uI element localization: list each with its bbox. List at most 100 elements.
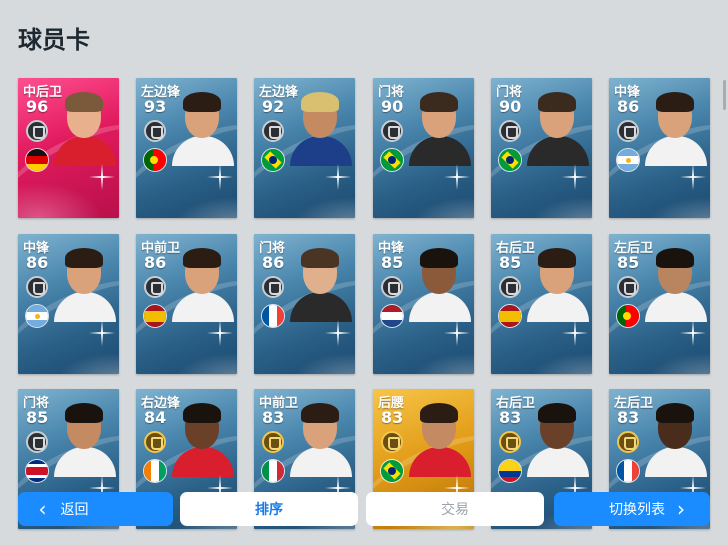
sparkle-icon — [207, 164, 233, 190]
card-type-badge-icon — [144, 276, 166, 298]
chevron-left-icon: ‹ — [38, 497, 47, 521]
player-portrait — [172, 403, 234, 477]
sparkle-icon — [680, 164, 706, 190]
player-card[interactable]: 左后卫 85 — [609, 234, 710, 374]
player-card[interactable]: 门将 90 — [373, 78, 474, 218]
player-shirt — [54, 292, 116, 322]
flag-germany-icon — [25, 148, 49, 172]
card-rating: 83 — [381, 408, 404, 427]
flag-brazil-icon — [261, 148, 285, 172]
card-rating: 93 — [144, 97, 167, 116]
player-portrait — [290, 248, 352, 322]
card-type-badge-icon — [26, 431, 48, 453]
player-shirt — [645, 447, 707, 477]
player-card[interactable]: 门将 86 — [254, 234, 355, 374]
flag-portugal-icon — [143, 148, 167, 172]
player-hair — [656, 248, 694, 268]
player-shirt — [645, 292, 707, 322]
card-type-badge-icon — [381, 276, 403, 298]
sparkle-icon — [89, 164, 115, 190]
sparkle-icon — [562, 164, 588, 190]
chevron-right-icon: › — [677, 497, 685, 521]
player-card[interactable]: 左边锋 92 — [254, 78, 355, 218]
card-rating: 86 — [26, 253, 49, 272]
player-portrait — [172, 248, 234, 322]
player-shirt — [527, 292, 589, 322]
player-portrait — [54, 92, 116, 166]
scrollbar[interactable] — [723, 80, 726, 110]
switch-list-button[interactable]: 切换列表 › — [554, 492, 710, 526]
back-button-label: 返回 — [60, 502, 89, 518]
sort-button[interactable]: 排序 — [180, 492, 358, 526]
trade-button-label: 交易 — [441, 502, 469, 518]
player-shirt — [409, 292, 471, 322]
player-hair — [65, 92, 103, 112]
player-card[interactable]: 门将 90 — [491, 78, 592, 218]
flag-colombia-icon — [498, 459, 522, 483]
card-type-badge-icon — [381, 120, 403, 142]
player-card[interactable]: 中锋 85 — [373, 234, 474, 374]
player-card[interactable]: 中锋 86 — [18, 234, 119, 374]
card-type-badge-icon — [26, 276, 48, 298]
flag-netherlands-icon — [380, 304, 404, 328]
flag-italy-icon — [261, 459, 285, 483]
card-rating: 84 — [144, 408, 167, 427]
card-type-badge-icon — [144, 431, 166, 453]
card-type-badge-icon — [262, 431, 284, 453]
sparkle-icon — [325, 320, 351, 346]
player-shirt — [54, 447, 116, 477]
player-hair — [183, 92, 221, 112]
player-portrait — [172, 92, 234, 166]
sparkle-icon — [325, 164, 351, 190]
card-rating: 92 — [262, 97, 285, 116]
card-rating: 83 — [262, 408, 285, 427]
player-shirt — [527, 447, 589, 477]
player-shirt — [54, 136, 116, 166]
player-hair — [301, 403, 339, 423]
bottom-toolbar: ‹ 返回 排序 交易 切换列表 › — [0, 486, 728, 545]
sparkle-icon — [207, 320, 233, 346]
flag-spain-icon — [143, 304, 167, 328]
player-shirt — [172, 136, 234, 166]
player-hair — [65, 248, 103, 268]
back-button[interactable]: ‹ 返回 — [18, 492, 173, 526]
player-hair — [301, 248, 339, 268]
player-shirt — [290, 136, 352, 166]
player-hair — [420, 92, 458, 112]
card-rating: 86 — [144, 253, 167, 272]
flag-france-icon — [616, 459, 640, 483]
player-portrait — [290, 92, 352, 166]
player-hair — [65, 403, 103, 423]
player-shirt — [290, 447, 352, 477]
player-card[interactable]: 中前卫 86 — [136, 234, 237, 374]
player-hair — [538, 403, 576, 423]
player-shirt — [172, 292, 234, 322]
trade-button[interactable]: 交易 — [366, 492, 544, 526]
card-type-badge-icon — [262, 276, 284, 298]
player-card[interactable]: 左边锋 93 — [136, 78, 237, 218]
player-hair — [183, 403, 221, 423]
player-portrait — [54, 248, 116, 322]
card-rating: 85 — [499, 253, 522, 272]
card-rating: 85 — [617, 253, 640, 272]
flag-france-icon — [261, 304, 285, 328]
card-rating: 83 — [617, 408, 640, 427]
player-shirt — [409, 447, 471, 477]
flag-ivory-coast-icon — [143, 459, 167, 483]
card-rating: 85 — [381, 253, 404, 272]
card-type-badge-icon — [617, 276, 639, 298]
card-type-badge-icon — [262, 120, 284, 142]
sparkle-icon — [680, 320, 706, 346]
player-card[interactable]: 右后卫 85 — [491, 234, 592, 374]
player-card[interactable]: 中锋 86 — [609, 78, 710, 218]
flag-brazil-icon — [380, 459, 404, 483]
player-card[interactable]: 中后卫 96 — [18, 78, 119, 218]
flag-argentina-icon — [616, 148, 640, 172]
player-portrait — [409, 403, 471, 477]
card-rating: 83 — [499, 408, 522, 427]
sort-button-label: 排序 — [255, 502, 283, 518]
flag-spain-icon — [498, 304, 522, 328]
player-portrait — [527, 403, 589, 477]
player-shirt — [409, 136, 471, 166]
sparkle-icon — [562, 320, 588, 346]
